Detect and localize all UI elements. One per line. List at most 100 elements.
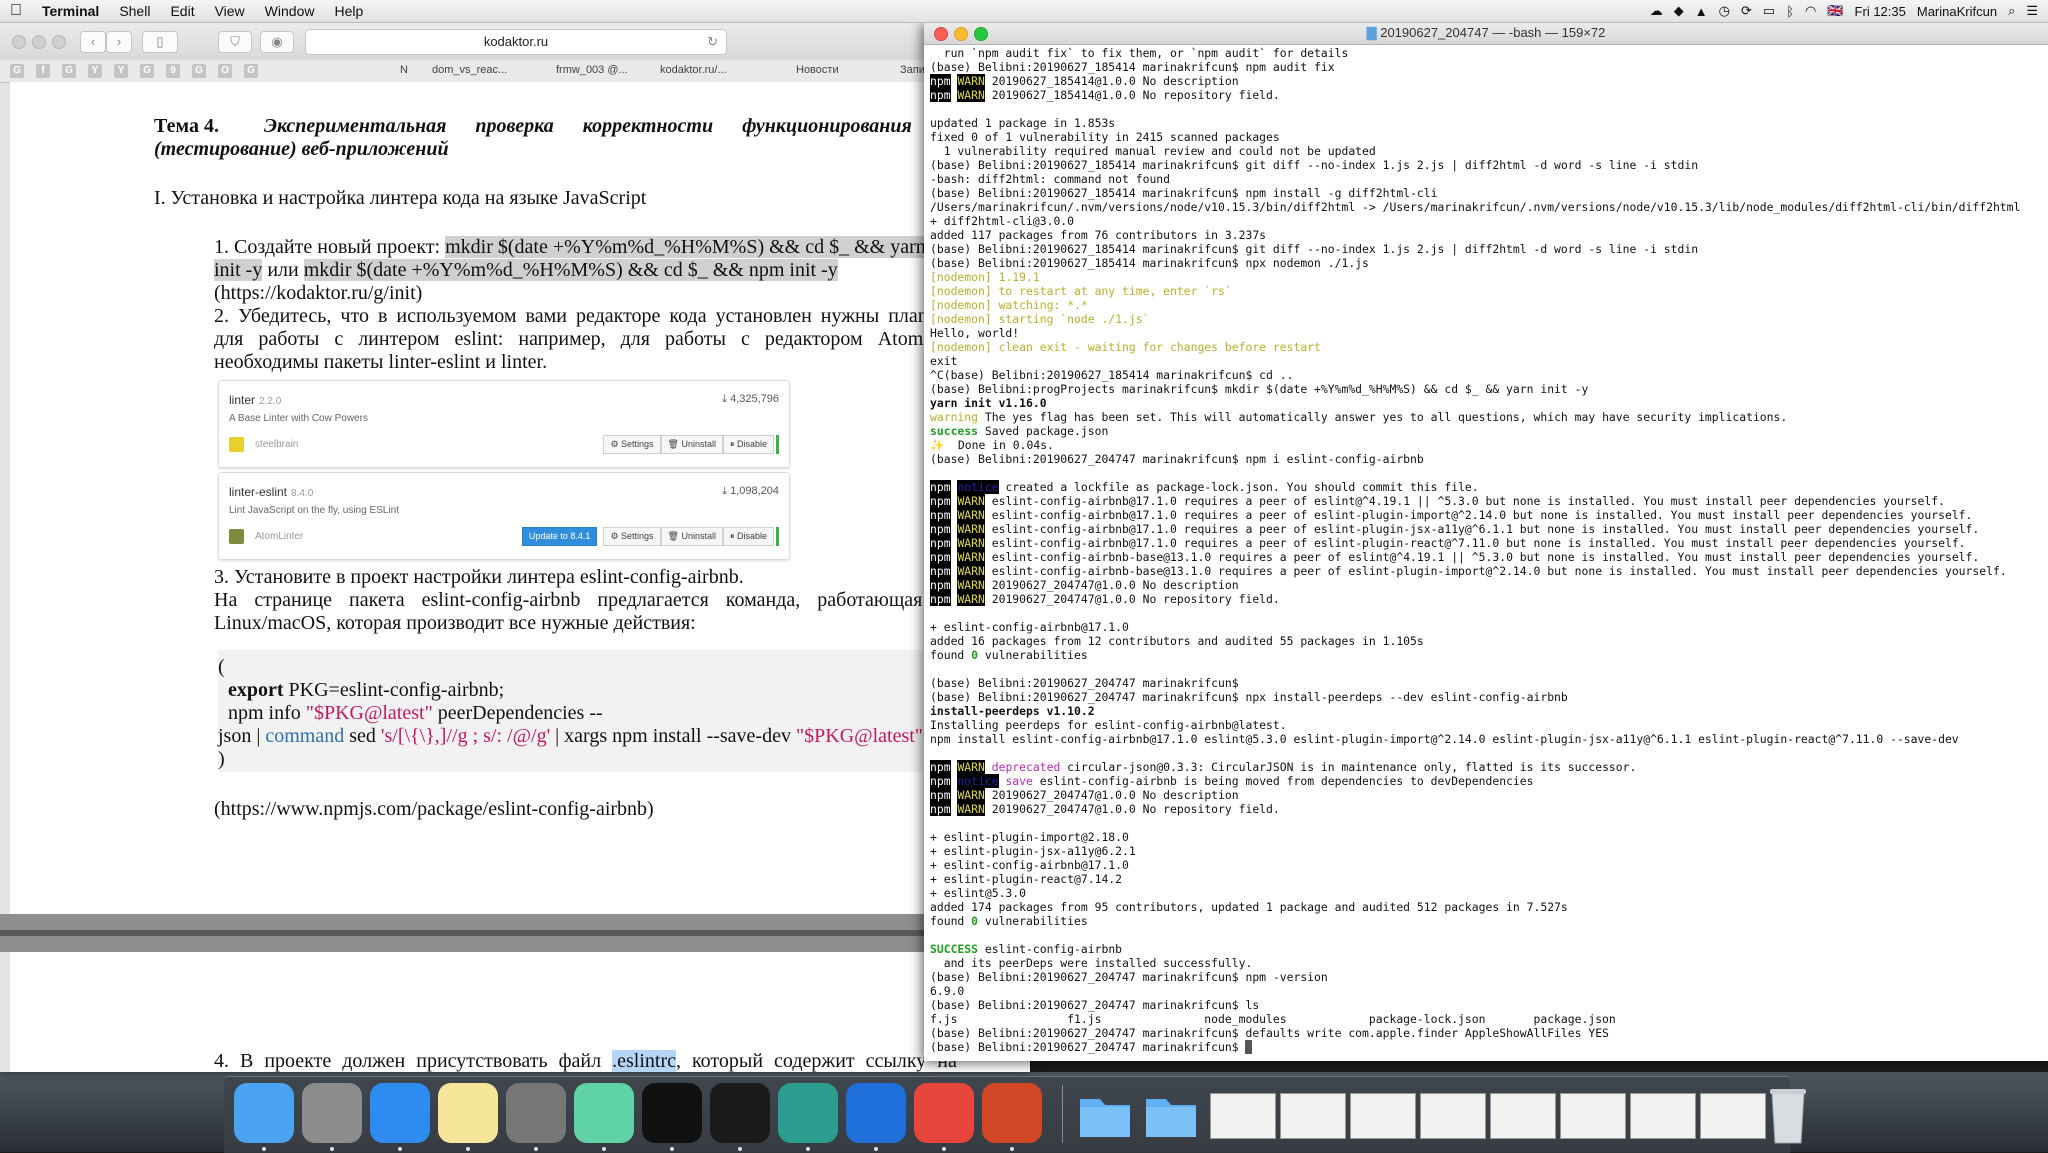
update-button[interactable]: Update to 8.4.1 — [521, 527, 598, 546]
terminal-line: npm WARN deprecated circular-json@0.3.3:… — [930, 760, 2040, 774]
terminal-text: ^C(base) Belibni:20190627_185414 marinak… — [930, 368, 1294, 382]
reload-icon[interactable]: ↻ — [707, 30, 718, 54]
disable-button[interactable]: ⏸ Disable — [722, 527, 774, 546]
window-thumbnail[interactable] — [1350, 1093, 1416, 1139]
terminal-icon[interactable] — [642, 1083, 702, 1143]
tab-2[interactable]: dom_vs_reac... — [432, 64, 522, 76]
creative-cloud-icon[interactable]: ☁ — [1650, 3, 1663, 19]
terminal-token-grey: warning — [930, 410, 979, 424]
finder-icon[interactable] — [234, 1083, 294, 1143]
terminal-line: npm notice created a lockfile as package… — [930, 480, 2040, 494]
trash-icon[interactable] — [1764, 1083, 1812, 1145]
minimize-button[interactable] — [954, 27, 968, 41]
timemachine-icon[interactable]: ◷ — [1719, 3, 1730, 19]
notification-center-icon[interactable]: ☰ — [2026, 3, 2038, 19]
package-author[interactable]: AtomLinter — [255, 531, 303, 542]
bookmark-icon[interactable]: G — [10, 64, 24, 78]
clock[interactable]: Fri 12:35 — [1855, 4, 1906, 19]
terminal-text: 6.9.0 — [930, 984, 965, 998]
tab-3[interactable]: frmw_003 @... — [556, 64, 646, 76]
bookmark-icon[interactable]: G — [244, 64, 258, 78]
user-name[interactable]: MarinaKrifcun — [1917, 4, 1997, 19]
running-indicator — [262, 1147, 266, 1151]
menu-window[interactable]: Window — [255, 0, 325, 22]
window-thumbnail[interactable] — [1700, 1093, 1766, 1139]
address-bar[interactable]: kodaktor.ru ↻ — [305, 29, 727, 55]
uninstall-button[interactable]: 🗑 Uninstall — [660, 527, 723, 546]
terminal-line: exit — [930, 354, 2040, 368]
window-thumbnail[interactable] — [1490, 1093, 1556, 1139]
menu-view[interactable]: View — [205, 0, 255, 22]
terminal-text: eslint-config-airbnb — [978, 942, 1123, 956]
shield-icon[interactable]: ⛉ — [218, 31, 252, 53]
bookmark-icon[interactable]: 9 — [166, 64, 180, 78]
forward-button[interactable]: › — [106, 31, 132, 53]
window-thumbnail[interactable] — [1210, 1093, 1276, 1139]
window-thumbnail[interactable] — [1630, 1093, 1696, 1139]
launchpad-icon[interactable] — [302, 1083, 362, 1143]
sync-icon[interactable]: ⟳ — [1741, 3, 1752, 19]
menu-shell[interactable]: Shell — [109, 0, 160, 22]
drive-icon[interactable]: ▲ — [1695, 4, 1708, 19]
step-1-link[interactable]: (https://kodaktor.ru/g/init) — [214, 282, 422, 305]
disable-button[interactable]: ⏸ Disable — [722, 435, 774, 454]
uninstall-button[interactable]: 🗑 Uninstall — [660, 435, 723, 454]
terminal-text: + eslint@5.3.0 — [930, 886, 1027, 900]
terminal-output[interactable]: run `npm audit fix` to fix them, or `npm… — [930, 46, 2040, 1058]
sketch-island-icon[interactable] — [778, 1083, 838, 1143]
terminal-text: eslint-config-airbnb@17.1.0 requires a p… — [984, 508, 1973, 522]
app-blue-swoosh-icon[interactable] — [846, 1083, 906, 1143]
input-source-flag[interactable]: 🇬🇧 — [1827, 3, 1843, 19]
dropbox-icon[interactable]: ◆ — [1674, 3, 1684, 19]
npm-link[interactable]: (https://www.npmjs.com/package/eslint-co… — [214, 798, 654, 821]
system-preferences-icon[interactable] — [506, 1083, 566, 1143]
apple-menu-icon[interactable]:  — [0, 0, 32, 22]
running-indicator — [534, 1147, 538, 1151]
bookmark-icon[interactable]: O — [218, 64, 232, 78]
terminal-token-grey: [nodemon] clean exit - waiting for chang… — [930, 340, 1321, 354]
tab-4[interactable]: kodaktor.ru/... — [660, 64, 750, 76]
menu-help[interactable]: Help — [324, 0, 373, 22]
terminal-text: and its peerDeps were installed successf… — [930, 956, 1253, 970]
folder-icon[interactable] — [1076, 1085, 1134, 1143]
powerpoint-icon[interactable] — [982, 1083, 1042, 1143]
back-button[interactable]: ‹ — [80, 31, 106, 53]
bluetooth-icon[interactable]: ᛒ — [1786, 4, 1794, 19]
bookmark-icon[interactable]: f — [36, 64, 50, 78]
bookmark-icon[interactable]: G — [192, 64, 206, 78]
folder-icon[interactable] — [1142, 1085, 1200, 1143]
close-button[interactable] — [934, 27, 948, 41]
package-author[interactable]: steelbrain — [255, 439, 298, 450]
spotlight-icon[interactable]: ⌕ — [2008, 3, 2015, 19]
bookmark-icon[interactable]: G — [140, 64, 154, 78]
wifi-icon[interactable]: ◠ — [1805, 3, 1816, 19]
terminal-token-grey: [nodemon] watching: *.* — [930, 298, 1088, 312]
settings-button[interactable]: ⚙ Settings — [603, 435, 661, 454]
sidebar-button[interactable]: ▯ — [142, 31, 178, 53]
code-block: ( export PKG=eslint-config-airbnb; npm i… — [218, 650, 1030, 772]
settings-button[interactable]: ⚙ Settings — [603, 527, 661, 546]
close-button[interactable] — [12, 35, 26, 49]
window-thumbnail[interactable] — [1420, 1093, 1486, 1139]
bookmark-icon[interactable]: G — [62, 64, 76, 78]
minimize-button[interactable] — [32, 35, 46, 49]
safari-icon[interactable] — [370, 1083, 430, 1143]
bookmark-icon[interactable]: Y — [88, 64, 102, 78]
activity-monitor-icon[interactable] — [710, 1083, 770, 1143]
window-thumbnail[interactable] — [1280, 1093, 1346, 1139]
bookmark-icon[interactable]: Y — [114, 64, 128, 78]
atom-icon[interactable] — [574, 1083, 634, 1143]
zoom-button[interactable] — [52, 35, 66, 49]
airplay-icon[interactable]: ▭ — [1763, 3, 1775, 19]
chrome-icon[interactable] — [914, 1083, 974, 1143]
window-thumbnail[interactable] — [1560, 1093, 1626, 1139]
zoom-button[interactable] — [974, 27, 988, 41]
notes-icon[interactable] — [438, 1083, 498, 1143]
tab-5[interactable]: Новости — [796, 64, 876, 76]
terminal-line: (base) Belibni:20190627_204747 marinakri… — [930, 998, 2040, 1012]
menu-app-name[interactable]: Terminal — [32, 0, 109, 22]
terminal-line: (base) Belibni:20190627_204747 marinakri… — [930, 452, 2040, 466]
extension-icon[interactable]: ◉ — [260, 31, 294, 53]
menu-edit[interactable]: Edit — [160, 0, 204, 22]
tab-1[interactable]: N — [400, 64, 430, 76]
